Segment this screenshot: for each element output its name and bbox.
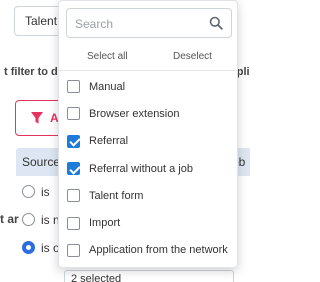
checkbox-icon[interactable] [67,189,80,203]
checkbox-checked-icon[interactable] [67,134,80,148]
selected-values-select[interactable]: 2 selected [64,270,234,282]
radio-option-is[interactable]: is [22,184,50,199]
deselect-button[interactable]: Deselect [173,51,212,62]
radio-selected-icon [22,241,35,255]
option-browser-extension[interactable]: Browser extension [59,100,237,127]
option-manual[interactable]: Manual [59,73,237,100]
option-talent-form[interactable]: Talent form [59,182,237,209]
bulk-actions: Select all Deselect [59,47,237,67]
divider [59,70,237,71]
checkbox-icon[interactable] [67,107,80,121]
select-all-button[interactable]: Select all [87,51,128,62]
option-label: Manual [89,80,126,93]
checkbox-icon[interactable] [67,243,80,257]
checkbox-icon[interactable] [67,80,80,94]
option-label: Referral [89,135,129,148]
option-referral-without-job[interactable]: Referral without a job [59,155,237,182]
option-import[interactable]: Import [59,209,237,236]
option-label: Browser extension [89,107,180,120]
radio-icon [22,213,35,227]
search-box [66,8,232,38]
funnel-icon [31,112,43,124]
radio-label: is [41,184,50,199]
selected-values-label: 2 selected [71,273,122,282]
multiselect-dropdown: Select all Deselect Manual Browser exten… [58,0,238,268]
option-label: Application from the network [89,244,228,257]
option-label: Import [89,217,121,230]
side-label: t ar [0,212,19,226]
radio-icon [22,185,35,199]
option-application-from-network[interactable]: Application from the network [59,237,237,264]
option-list: Manual Browser extension Referral Referr… [59,73,237,264]
option-referral[interactable]: Referral [59,128,237,155]
option-label: Talent form [89,189,144,202]
checkbox-checked-icon[interactable] [67,162,80,176]
checkbox-icon[interactable] [67,216,80,230]
search-icon[interactable] [209,16,223,30]
search-input[interactable] [75,15,205,33]
option-label: Referral without a job [89,162,193,175]
